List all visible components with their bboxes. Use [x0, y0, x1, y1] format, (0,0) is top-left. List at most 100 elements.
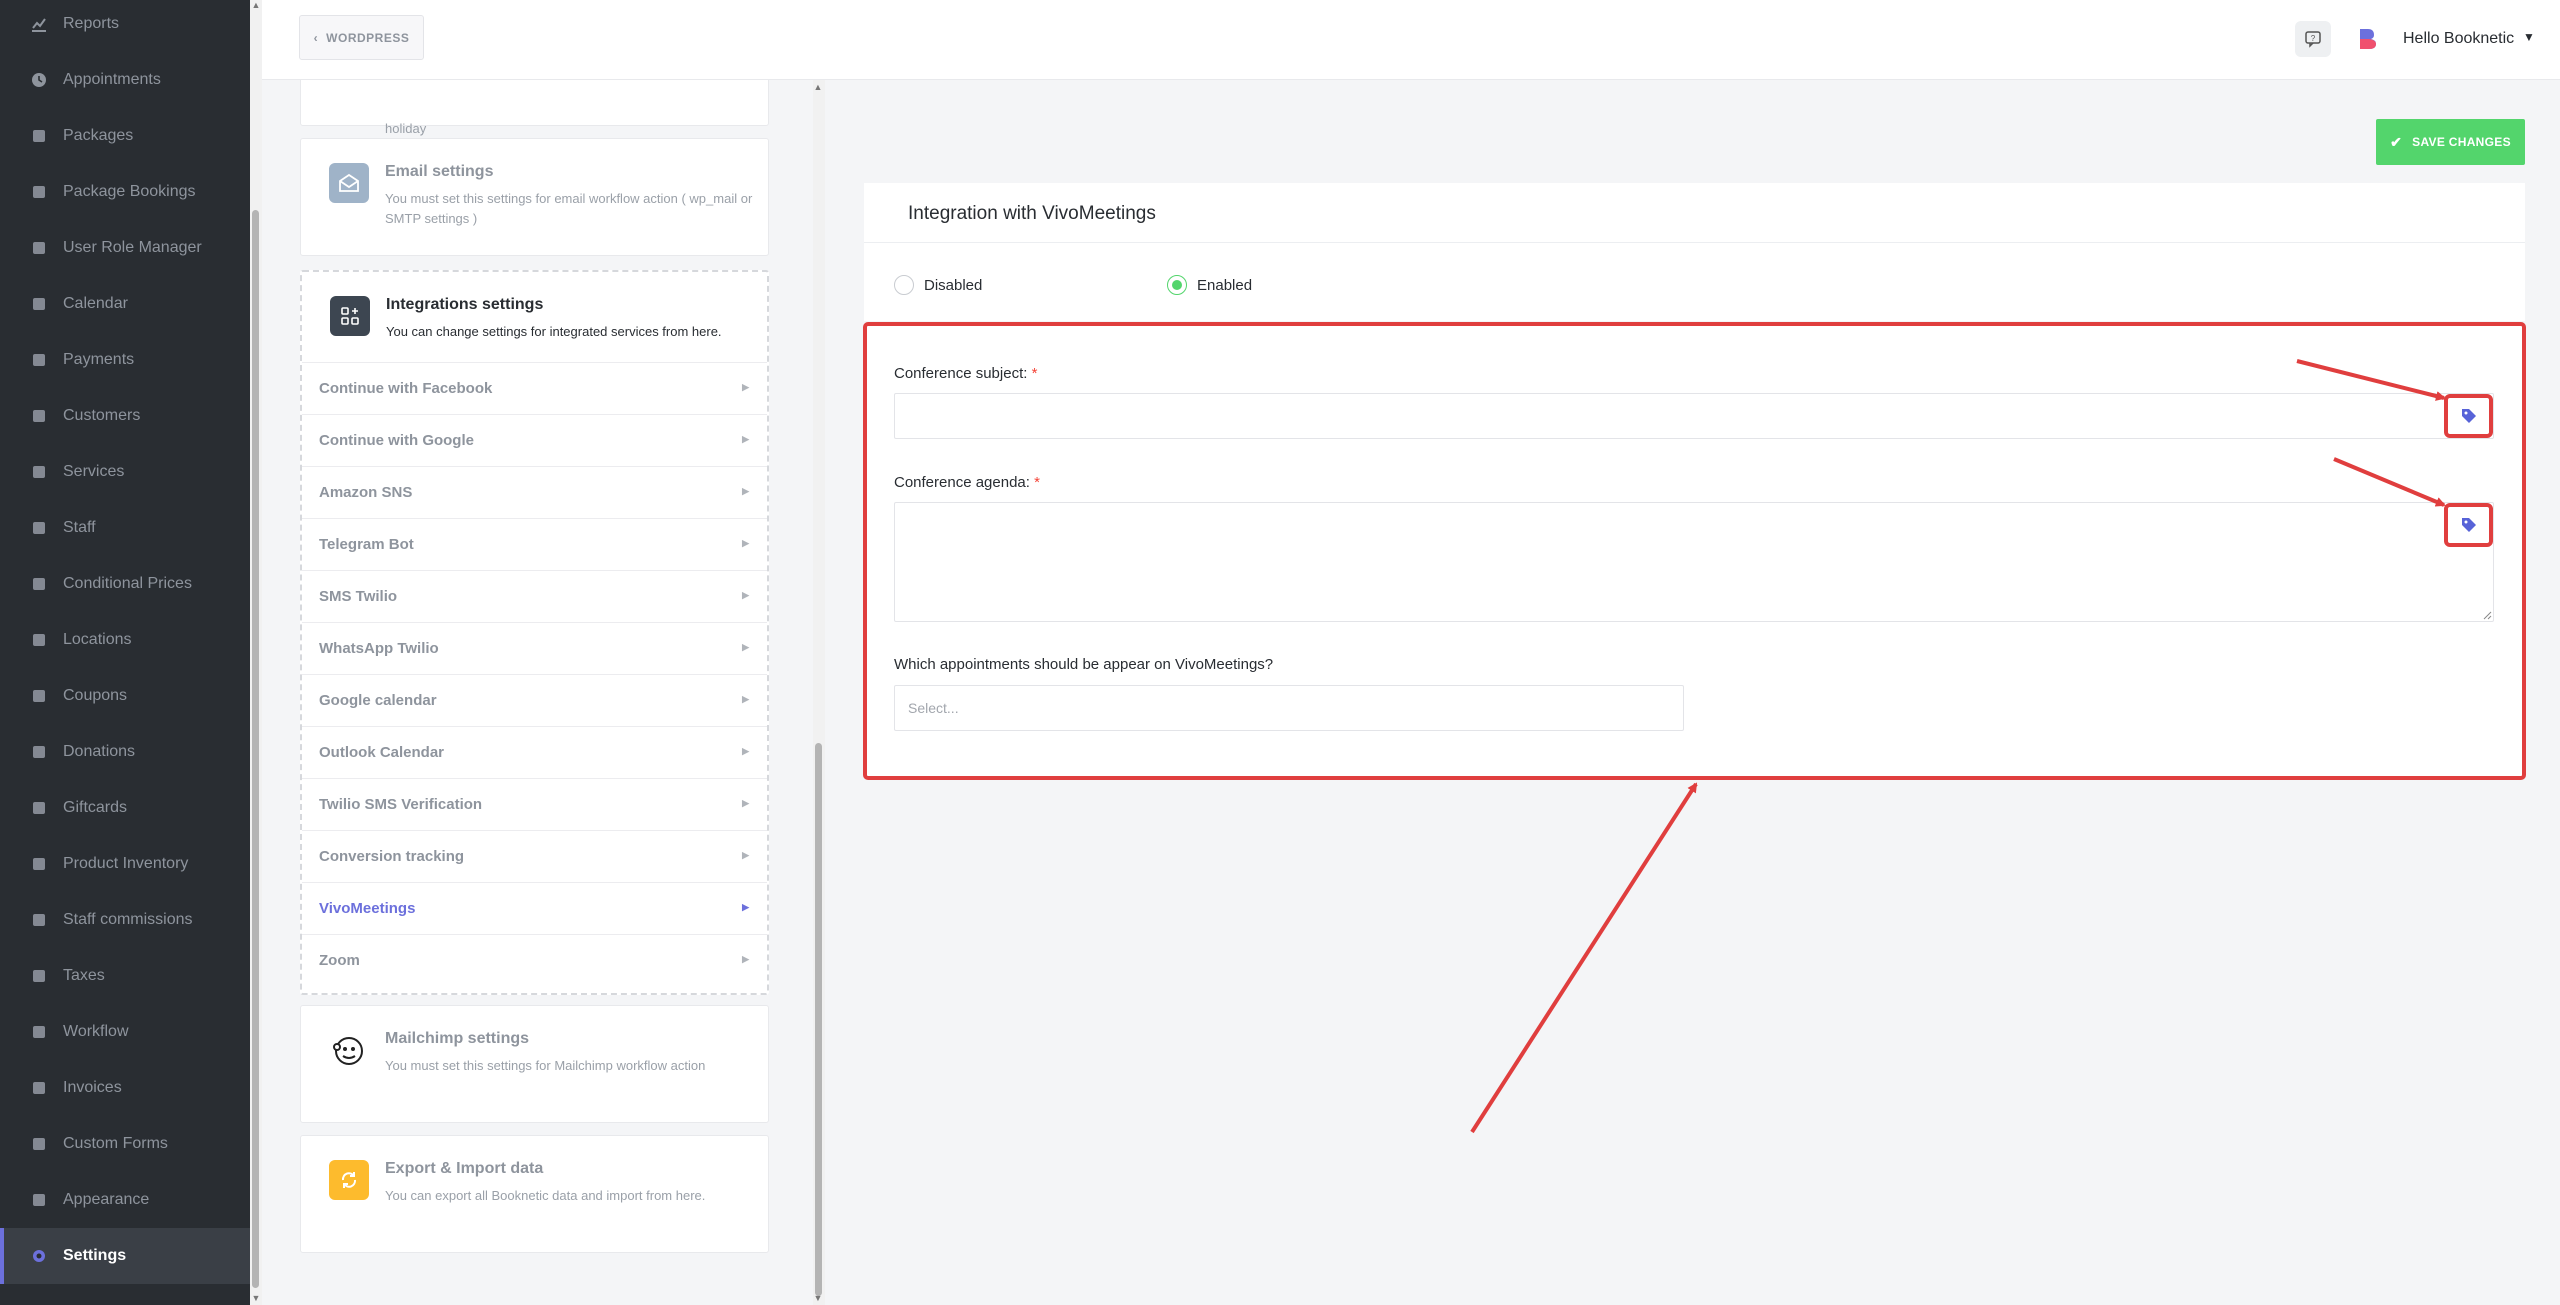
sidebar-item-customers[interactable]: Customers: [0, 388, 250, 444]
integrations-settings-desc: You can change settings for integrated s…: [386, 324, 722, 339]
highlight-box: [863, 322, 2526, 780]
sidebar-item-appearance[interactable]: Appearance: [0, 1172, 250, 1228]
sidebar-item-payments[interactable]: Payments: [0, 332, 250, 388]
sidebar-item-label: Invoices: [63, 1079, 122, 1096]
mailchimp-settings-card[interactable]: Mailchimp settings You must set this set…: [300, 1005, 769, 1123]
integration-item-continue-with-google[interactable]: Continue with Google ▶: [302, 414, 767, 466]
divider: [864, 242, 2525, 243]
sidebar-item-giftcards[interactable]: Giftcards: [0, 780, 250, 836]
sidebar-item-calendar[interactable]: Calendar: [0, 276, 250, 332]
sidebar-item-package-bookings[interactable]: Package Bookings: [0, 164, 250, 220]
sidebar-item-taxes[interactable]: Taxes: [0, 948, 250, 1004]
caret-right-icon: ▶: [742, 694, 749, 704]
package-bookings-icon: [30, 183, 48, 201]
integration-item-label: Zoom: [319, 952, 360, 969]
sidebar-item-reports[interactable]: Reports: [0, 0, 250, 52]
integration-item-whatsapp-twilio[interactable]: WhatsApp Twilio ▶: [302, 622, 767, 674]
integrations-settings-title: Integrations settings: [386, 296, 544, 313]
arrow-to-form: [1470, 782, 1698, 1134]
caret-right-icon: ▶: [742, 746, 749, 756]
sidebar-scrollbar-thumb[interactable]: [252, 210, 259, 1288]
sidebar-item-workflow[interactable]: Workflow: [0, 1004, 250, 1060]
sidebar-item-label: Appearance: [63, 1191, 150, 1208]
sidebar-item-invoices[interactable]: Invoices: [0, 1060, 250, 1116]
sidebar-item-label: Packages: [63, 127, 134, 144]
integration-item-label: Conversion tracking: [319, 848, 465, 865]
integration-item-telegram-bot[interactable]: Telegram Bot ▶: [302, 518, 767, 570]
email-settings-card[interactable]: Email settings You must set this setting…: [300, 138, 769, 256]
checkmark-icon: ✔: [2390, 133, 2403, 150]
sidebar-item-custom-forms[interactable]: Custom Forms: [0, 1116, 250, 1172]
help-chat-button[interactable]: ?: [2295, 21, 2331, 57]
sidebar-item-label: Workflow: [63, 1023, 129, 1040]
custom-forms-icon: [30, 1135, 48, 1153]
sidebar-item-packages[interactable]: Packages: [0, 108, 250, 164]
save-changes-button[interactable]: ✔ SAVE CHANGES: [2376, 119, 2525, 165]
sidebar-item-label: Staff commissions: [63, 911, 193, 928]
sidebar-item-locations[interactable]: Locations: [0, 612, 250, 668]
radio-enabled-circle[interactable]: [1167, 275, 1187, 295]
back-to-wordpress-button[interactable]: ‹ WORDPRESS: [299, 15, 424, 60]
settings-scrollbar-thumb[interactable]: [815, 743, 822, 1296]
settings-scroll-up-icon[interactable]: ▲: [813, 82, 823, 92]
sidebar-item-user-role-manager[interactable]: User Role Manager: [0, 220, 250, 276]
sidebar-item-label: Product Inventory: [63, 855, 189, 872]
save-changes-label: SAVE CHANGES: [2412, 135, 2511, 149]
scroll-down-arrow-icon[interactable]: ▼: [251, 1293, 261, 1303]
donations-icon: [30, 743, 48, 761]
sidebar-item-settings[interactable]: Settings: [0, 1228, 250, 1284]
sidebar-item-services[interactable]: Services: [0, 444, 250, 500]
sidebar-item-label: Donations: [63, 743, 136, 760]
invoices-icon: [30, 1079, 48, 1097]
integration-item-label: Amazon SNS: [319, 484, 413, 501]
sidebar-item-coupons[interactable]: Coupons: [0, 668, 250, 724]
holidays-settings-card[interactable]: holiday: [300, 80, 769, 136]
radio-disabled[interactable]: Disabled: [894, 275, 982, 295]
integration-item-conversion-tracking[interactable]: Conversion tracking ▶: [302, 830, 767, 882]
sidebar-item-label: Giftcards: [63, 799, 128, 816]
sidebar-item-label: Custom Forms: [63, 1135, 168, 1152]
email-icon: [329, 163, 369, 203]
user-role-icon: [30, 239, 48, 257]
chevron-down-icon[interactable]: ▼: [2523, 30, 2535, 44]
sidebar-item-appointments[interactable]: Appointments: [0, 52, 250, 108]
taxes-icon: [30, 967, 48, 985]
gear-icon: [30, 1247, 48, 1265]
chart-icon: [30, 15, 48, 33]
sidebar-item-conditional-prices[interactable]: Conditional Prices: [0, 556, 250, 612]
caret-right-icon: ▶: [742, 538, 749, 548]
caret-right-icon: ▶: [742, 642, 749, 652]
scroll-up-arrow-icon[interactable]: ▲: [251, 0, 261, 10]
sidebar-item-label: Payments: [63, 351, 135, 368]
sidebar-item-staff[interactable]: Staff: [0, 500, 250, 556]
caret-right-icon: ▶: [742, 902, 749, 912]
integration-item-label: Outlook Calendar: [319, 744, 445, 761]
sidebar-item-staff-commissions[interactable]: Staff commissions: [0, 892, 250, 948]
integration-item-continue-with-facebook[interactable]: Continue with Facebook ▶: [302, 362, 767, 414]
caret-right-icon: ▶: [742, 954, 749, 964]
radio-enabled[interactable]: Enabled: [1167, 275, 1252, 295]
refresh-icon: [329, 1160, 369, 1200]
integration-item-vivomeetings[interactable]: VivoMeetings ▶: [302, 882, 767, 934]
radio-disabled-circle[interactable]: [894, 275, 914, 295]
settings-scroll-down-icon[interactable]: ▼: [813, 1293, 823, 1303]
help-chat-icon: ?: [2305, 31, 2321, 48]
integration-item-sms-twilio[interactable]: SMS Twilio ▶: [302, 570, 767, 622]
integration-item-amazon-sns[interactable]: Amazon SNS ▶: [302, 466, 767, 518]
page-title: Integration with VivoMeetings: [908, 203, 1156, 224]
workflow-icon: [30, 1023, 48, 1041]
sidebar-item-donations[interactable]: Donations: [0, 724, 250, 780]
holidays-card-desc: holiday: [385, 121, 427, 136]
staff-commissions-icon: [30, 911, 48, 929]
export-import-card[interactable]: Export & Import data You can export all …: [300, 1135, 769, 1253]
mailchimp-settings-title: Mailchimp settings: [385, 1030, 530, 1047]
integration-item-google-calendar[interactable]: Google calendar ▶: [302, 674, 767, 726]
sidebar-item-product-inventory[interactable]: Product Inventory: [0, 836, 250, 892]
sidebar: Reports Appointments Packages Package Booki…: [0, 0, 250, 1305]
user-greeting[interactable]: Hello Booknetic: [2403, 30, 2514, 48]
integration-item-zoom[interactable]: Zoom ▶: [302, 934, 767, 986]
integration-item-twilio-sms-verification[interactable]: Twilio SMS Verification ▶: [302, 778, 767, 830]
integration-item-outlook-calendar[interactable]: Outlook Calendar ▶: [302, 726, 767, 778]
coupons-icon: [30, 687, 48, 705]
integration-item-label: Continue with Facebook: [319, 380, 493, 397]
